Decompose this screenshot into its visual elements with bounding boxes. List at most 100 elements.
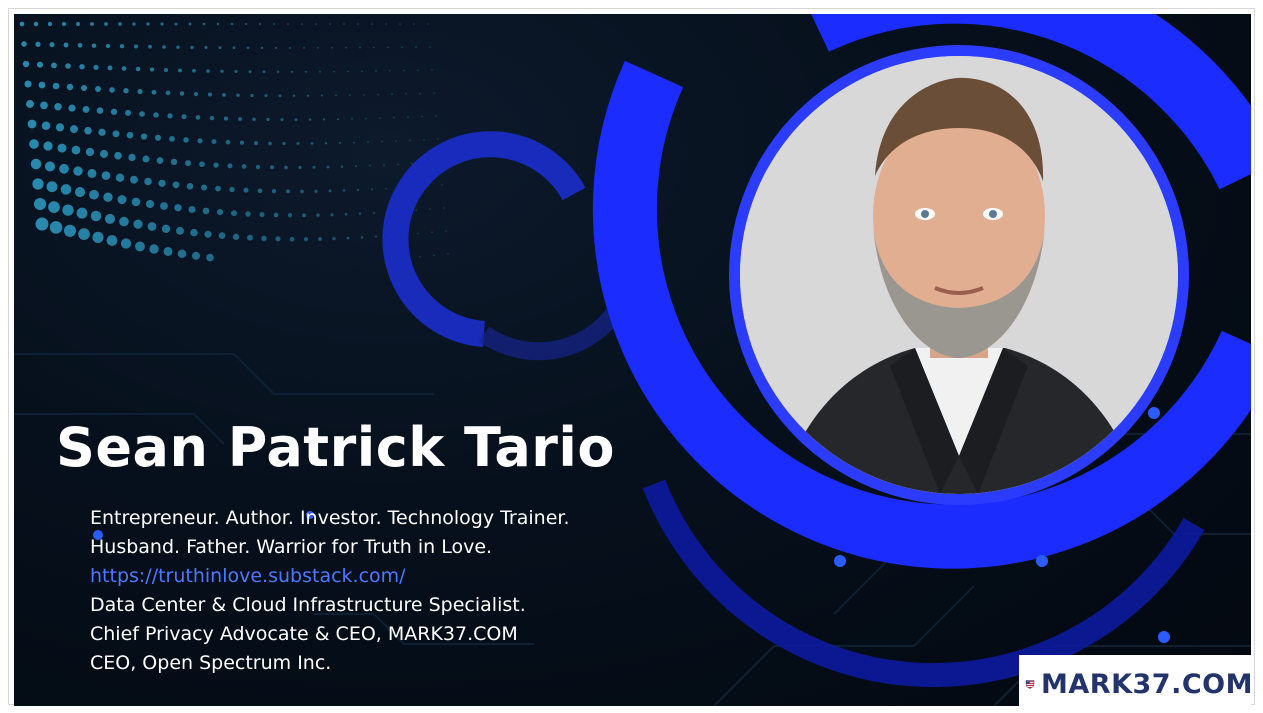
pattern-dot (51, 62, 57, 69)
pattern-dot (174, 22, 178, 26)
pattern-dot (273, 23, 275, 25)
pattern-dot (353, 141, 355, 144)
pattern-dot (447, 253, 449, 255)
pattern-dot (85, 147, 95, 157)
pattern-dot (310, 142, 314, 145)
pattern-dot (202, 207, 210, 215)
pattern-dot (91, 43, 97, 48)
pattern-dot (282, 141, 286, 146)
pattern-dot (333, 70, 335, 73)
pattern-dot (193, 92, 199, 97)
pattern-dot (181, 114, 187, 120)
pattern-dot (22, 60, 30, 68)
pattern-dot (415, 46, 417, 48)
pattern-dot (303, 237, 309, 242)
logo-text: MARK37.COM (1041, 668, 1251, 700)
pattern-dot (154, 134, 162, 141)
pattern-dot (82, 105, 90, 113)
pattern-dot (36, 61, 44, 68)
pattern-dot (114, 151, 122, 160)
pattern-dot (429, 208, 431, 210)
pattern-dot (349, 94, 351, 96)
bio-list: Entrepreneur. Author. Investor. Technolo… (90, 504, 570, 678)
pattern-dot (109, 87, 115, 93)
pattern-dot (322, 118, 326, 121)
pattern-dot (178, 68, 182, 73)
pattern-dot (234, 69, 238, 74)
pattern-dot (124, 109, 132, 116)
pattern-dot (296, 141, 300, 146)
pattern-dot (48, 201, 60, 213)
pattern-dot (319, 70, 321, 73)
pattern-dot (387, 46, 389, 49)
pattern-dot (185, 160, 191, 167)
pattern-dot (264, 94, 268, 98)
pattern-dot (340, 165, 344, 168)
pattern-dot (419, 255, 421, 258)
pattern-dot (324, 141, 328, 145)
pattern-dot (369, 164, 371, 167)
portrait-illustration (740, 56, 1178, 494)
pattern-dot (74, 187, 86, 198)
pattern-dot (371, 23, 373, 25)
pattern-dot (248, 70, 252, 74)
pattern-dot (70, 125, 78, 134)
pattern-dot (202, 22, 206, 26)
pattern-dot (344, 212, 348, 216)
pattern-dot (294, 118, 298, 121)
pattern-dot (176, 45, 180, 49)
pattern-dot (93, 64, 99, 70)
pattern-dot (321, 94, 323, 97)
pattern-dot (90, 22, 94, 26)
pattern-dot (151, 89, 157, 95)
pattern-dot (342, 189, 346, 192)
pattern-dot (363, 94, 365, 96)
pattern-dot (153, 112, 159, 118)
pattern-dot (87, 168, 97, 178)
pattern-dot (63, 224, 77, 237)
pattern-dot (411, 162, 413, 165)
pattern-dot (360, 236, 364, 239)
pattern-dot (413, 23, 415, 25)
pattern-dot (77, 42, 83, 48)
flag-shield-icon (1025, 680, 1035, 689)
pattern-dot (188, 22, 192, 26)
bio-line-roles: Entrepreneur. Author. Investor. Technolo… (90, 507, 570, 529)
pattern-dot (419, 92, 421, 95)
pattern-dot (133, 219, 143, 229)
pattern-dot (280, 118, 284, 122)
pattern-dot (218, 46, 222, 50)
pattern-dot (73, 166, 83, 176)
pattern-dot (316, 213, 320, 217)
pattern-dot (247, 234, 253, 241)
pattern-dot (43, 141, 53, 151)
pattern-dot (229, 186, 235, 193)
pattern-dot (284, 165, 288, 170)
pattern-dot (46, 181, 58, 193)
pattern-dot (308, 118, 312, 121)
pattern-dot (134, 44, 138, 49)
substack-link[interactable]: https://truthinlove.substack.com/ (90, 565, 406, 587)
pattern-dot (186, 183, 194, 190)
pattern-dot (431, 69, 433, 71)
pattern-dot (273, 212, 279, 218)
pattern-dot (383, 164, 385, 166)
pattern-dot (204, 46, 208, 49)
speaker-slide: Sean Patrick Tario Entrepreneur. Author.… (14, 14, 1251, 706)
pattern-dot (292, 94, 296, 97)
pattern-dot (78, 228, 90, 240)
pattern-dot (79, 64, 85, 70)
pattern-dot (317, 47, 319, 49)
pattern-dot (98, 128, 106, 136)
pattern-dot (169, 136, 175, 142)
pattern-dot (287, 213, 293, 218)
pattern-dot (62, 204, 74, 216)
pattern-dot (163, 67, 169, 73)
pattern-dot (271, 188, 277, 194)
pattern-dot (246, 46, 250, 50)
pattern-dot (216, 22, 220, 26)
pattern-dot (314, 189, 318, 193)
pattern-dot (21, 41, 27, 47)
pattern-dot (225, 139, 231, 145)
pattern-dot (96, 107, 104, 114)
